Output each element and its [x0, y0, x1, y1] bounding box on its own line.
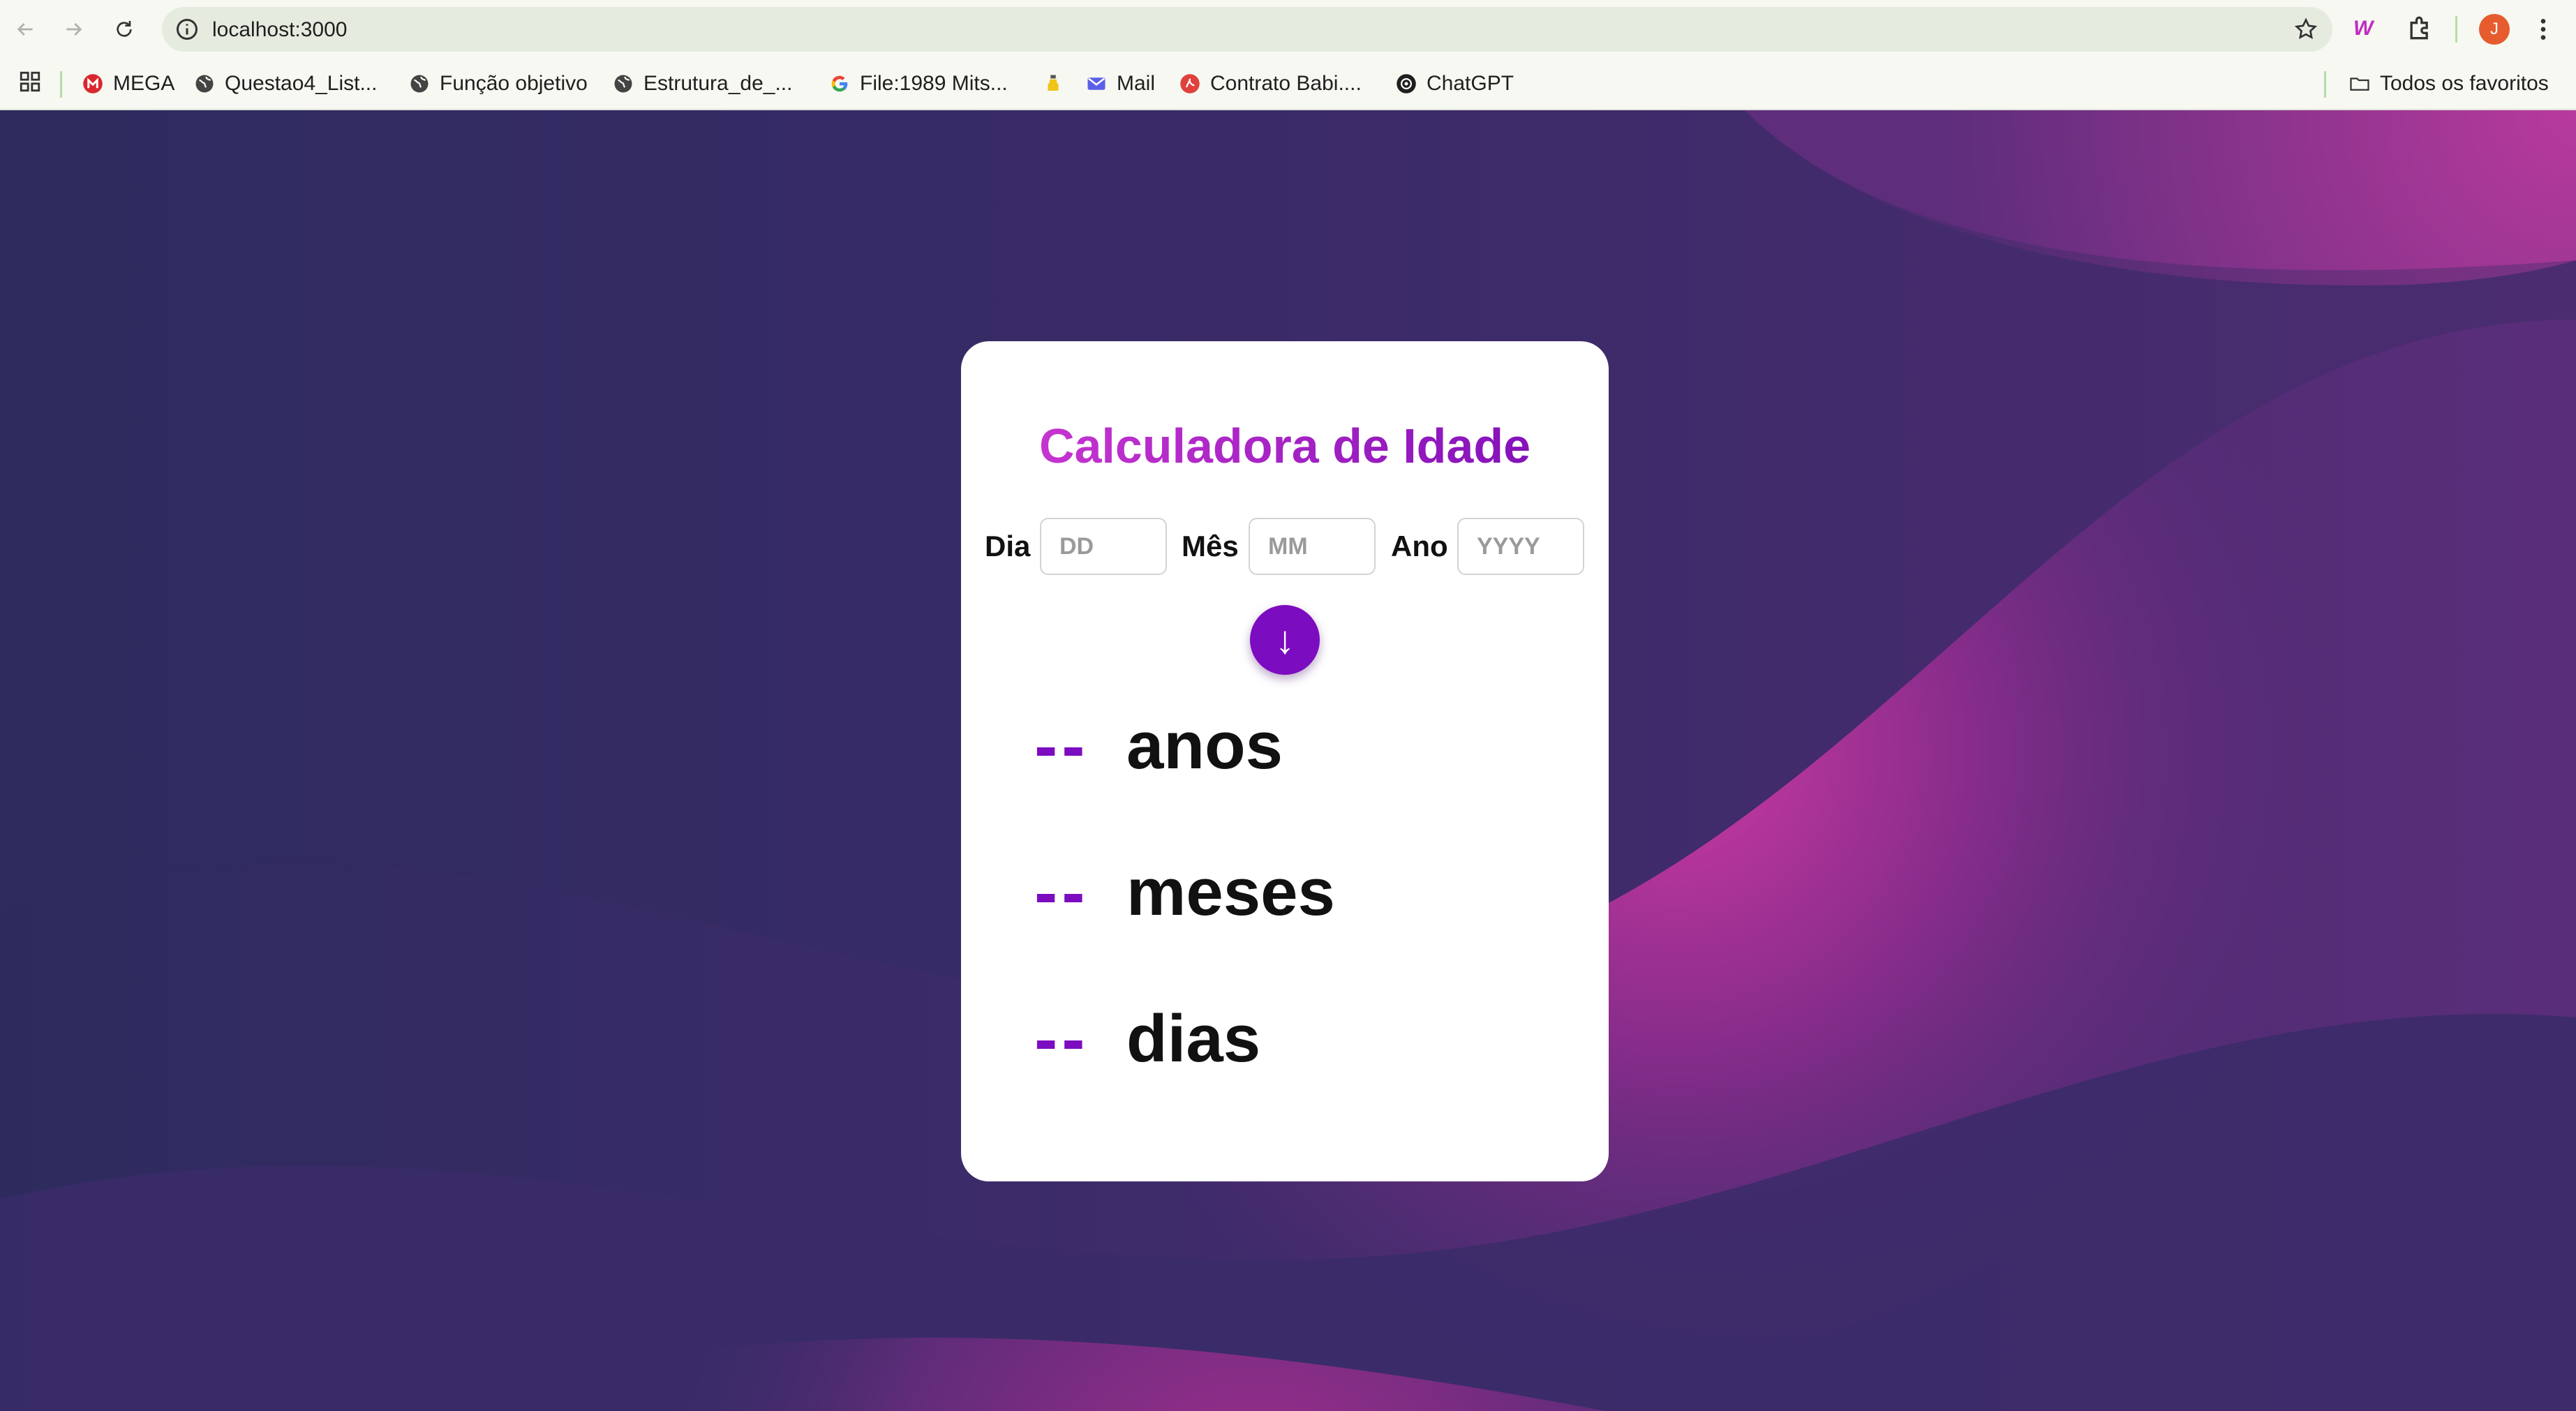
bookmark-potion[interactable] [1043, 68, 1073, 99]
reload-icon [117, 21, 132, 37]
browser-toolbar: localhost:3000 W J [0, 0, 2576, 59]
day-input[interactable] [1040, 518, 1167, 575]
back-button[interactable] [7, 11, 43, 47]
bookmark-questao4[interactable]: Questao4_List... [194, 68, 377, 99]
days-unit: dias [1126, 1001, 1261, 1076]
days-value: -- [1034, 999, 1089, 1078]
result-years: -- anos [1034, 704, 1283, 788]
bookmark-chatgpt[interactable]: ChatGPT [1396, 68, 1514, 99]
all-bookmarks-folder[interactable]: Todos os favoritos [2349, 68, 2549, 99]
mega-icon [83, 74, 103, 94]
potion-icon [1048, 75, 1059, 91]
globe-icon [410, 75, 429, 93]
page-title: Calculadora de Idade [961, 418, 1609, 474]
url-text[interactable]: localhost:3000 [212, 18, 347, 42]
bookmarks-divider-right [2324, 71, 2326, 98]
globe-icon [195, 75, 214, 93]
calculate-button[interactable]: ↓ [1250, 605, 1320, 675]
month-input[interactable] [1249, 518, 1376, 575]
bookmarks-divider [60, 71, 62, 98]
year-label: Ano [1391, 530, 1448, 562]
menu-kebab-icon[interactable] [2529, 13, 2557, 46]
years-unit: anos [1126, 708, 1283, 783]
profile-avatar[interactable]: J [2479, 14, 2510, 45]
arrow-down-icon: ↓ [1275, 618, 1295, 662]
month-label: Mês [1182, 530, 1239, 562]
day-label: Dia [985, 530, 1031, 562]
site-info-icon[interactable] [174, 17, 200, 42]
extensions-puzzle-icon[interactable] [2405, 13, 2436, 43]
bookmarks-bar: MEGA Questao4_List... Função objetivo Es… [0, 59, 2576, 110]
google-icon [831, 75, 848, 92]
bookmark-estrutura[interactable]: Estrutura_de_... [613, 68, 792, 99]
months-unit: meses [1126, 855, 1335, 930]
globe-icon [614, 75, 632, 93]
pdf-icon [1180, 74, 1200, 94]
bookmark-mail[interactable]: Mail [1086, 68, 1155, 99]
bookmark-funcao-objetivo[interactable]: Função objetivo [409, 68, 588, 99]
page-viewport: Calculadora de Idade Dia Mês Ano ↓ -- an… [0, 110, 2576, 1411]
result-months: -- meses [1034, 851, 1335, 934]
bookmark-contrato[interactable]: Contrato Babi.... [1179, 68, 1362, 99]
folder-icon [2350, 77, 2369, 91]
forward-button[interactable] [56, 11, 92, 47]
reload-button[interactable] [106, 11, 142, 47]
apps-grid-icon[interactable] [18, 70, 42, 94]
chatgpt-icon [1397, 74, 1416, 94]
bookmark-star-icon[interactable] [2293, 17, 2318, 42]
extension-icon[interactable]: W [2353, 17, 2373, 40]
bookmark-mega[interactable]: MEGA [82, 68, 174, 99]
years-value: -- [1034, 706, 1089, 785]
result-days: -- dias [1034, 997, 1260, 1081]
toolbar-divider [2455, 16, 2457, 43]
bookmark-file-1989[interactable]: File:1989 Mits... [829, 68, 1008, 99]
year-input[interactable] [1457, 518, 1584, 575]
mail-icon [1087, 77, 1105, 90]
age-calculator-card: Calculadora de Idade Dia Mês Ano ↓ -- an… [961, 341, 1609, 1181]
months-value: -- [1034, 853, 1089, 932]
arrow-left-icon [17, 23, 33, 36]
address-bar[interactable]: localhost:3000 [162, 7, 2332, 52]
arrow-right-icon [66, 23, 82, 36]
